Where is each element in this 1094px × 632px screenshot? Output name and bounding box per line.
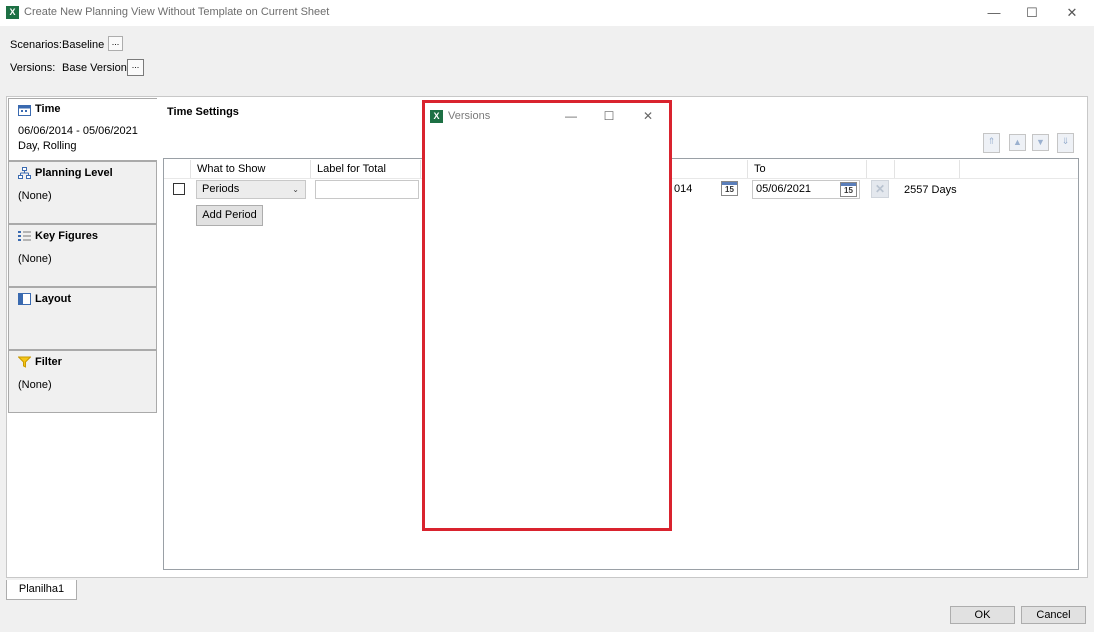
nav-item-key-figures[interactable]: Key Figures (None) (8, 224, 157, 287)
versions-label: Versions: (10, 62, 56, 74)
nav-value-time: 06/06/2014 - 05/06/2021 Day, Rolling (18, 125, 138, 152)
nav-title-planning-level: Planning Level (35, 167, 113, 179)
nav-title-time: Time (35, 103, 61, 115)
move-top-button[interactable]: ⇑ (983, 133, 1000, 153)
versions-popup-title: Versions (448, 110, 491, 122)
nav-title-filter: Filter (35, 356, 62, 368)
excel-icon: X (430, 110, 443, 123)
cancel-button[interactable]: Cancel (1021, 606, 1086, 624)
popup-close-button[interactable]: ✕ (630, 105, 666, 127)
versions-popup: X Versions — ☐ ✕ (422, 100, 672, 531)
nav-value-filter: (None) (18, 379, 52, 391)
label-for-total-input[interactable] (315, 180, 419, 199)
sheet-tab-planilha1[interactable]: Planilha1 (6, 580, 77, 600)
scenarios-label: Scenarios: (10, 39, 62, 51)
close-button[interactable]: ✕ (1054, 0, 1090, 26)
add-period-button[interactable]: Add Period (196, 205, 263, 226)
popup-minimize-button[interactable]: — (553, 105, 589, 127)
ok-button[interactable]: OK (950, 606, 1015, 624)
what-to-show-select[interactable]: Periods ⌄ (196, 180, 306, 199)
scenarios-value: Baseline (62, 39, 105, 51)
move-bottom-button[interactable]: ⇓ (1057, 133, 1074, 153)
versions-value: Base Version (62, 62, 127, 74)
layout-icon (18, 293, 31, 305)
excel-icon: X (6, 6, 19, 19)
column-header-from[interactable] (670, 160, 748, 178)
column-header-delete (867, 160, 895, 178)
time-settings-title: Time Settings (167, 106, 239, 118)
nav-title-layout: Layout (35, 293, 72, 305)
column-header-duration (895, 160, 960, 178)
hierarchy-icon (18, 167, 31, 179)
from-date-value: 014 (674, 183, 693, 195)
column-header-select (164, 160, 191, 178)
minimize-button[interactable]: — (976, 0, 1012, 26)
scenarios-select-button[interactable]: ... (108, 36, 123, 51)
list-icon (18, 231, 31, 241)
nav-title-key-figures: Key Figures (35, 230, 98, 242)
duration-days: 2557 Days (904, 184, 957, 196)
nav-item-filter[interactable]: Filter (None) (8, 350, 157, 413)
title-bar: X Create New Planning View Without Templ… (0, 0, 1094, 26)
popup-maximize-button[interactable]: ☐ (591, 105, 627, 127)
nav-value-key-figures: (None) (18, 253, 52, 265)
row-checkbox[interactable] (173, 183, 185, 195)
app-window: X Create New Planning View Without Templ… (0, 0, 1094, 632)
nav-value-planning-level: (None) (18, 190, 52, 202)
delete-row-icon[interactable]: ✕ (871, 180, 889, 198)
chevron-down-icon: ⌄ (292, 185, 299, 194)
column-header-label-for-total[interactable]: Label for Total (311, 160, 421, 178)
move-down-button[interactable]: ▼ (1032, 134, 1049, 151)
nav-item-planning-level[interactable]: Planning Level (None) (8, 161, 157, 224)
from-calendar-icon[interactable]: 15 (721, 181, 738, 196)
what-to-show-value: Periods (202, 183, 240, 195)
filter-icon (18, 356, 31, 368)
nav-item-layout[interactable]: Layout (8, 287, 157, 350)
move-up-button[interactable]: ▲ (1009, 134, 1026, 151)
to-calendar-icon[interactable]: 15 (840, 182, 857, 197)
versions-select-button[interactable]: ... (127, 59, 144, 76)
nav-item-time[interactable]: Time 06/06/2014 - 05/06/2021 Day, Rollin… (8, 98, 157, 161)
column-header-to[interactable]: To (748, 160, 867, 178)
window-title: Create New Planning View Without Templat… (24, 6, 330, 18)
column-header-what-to-show[interactable]: What to Show (191, 160, 311, 178)
maximize-button[interactable]: ☐ (1014, 0, 1050, 26)
calendar-icon (18, 105, 31, 116)
